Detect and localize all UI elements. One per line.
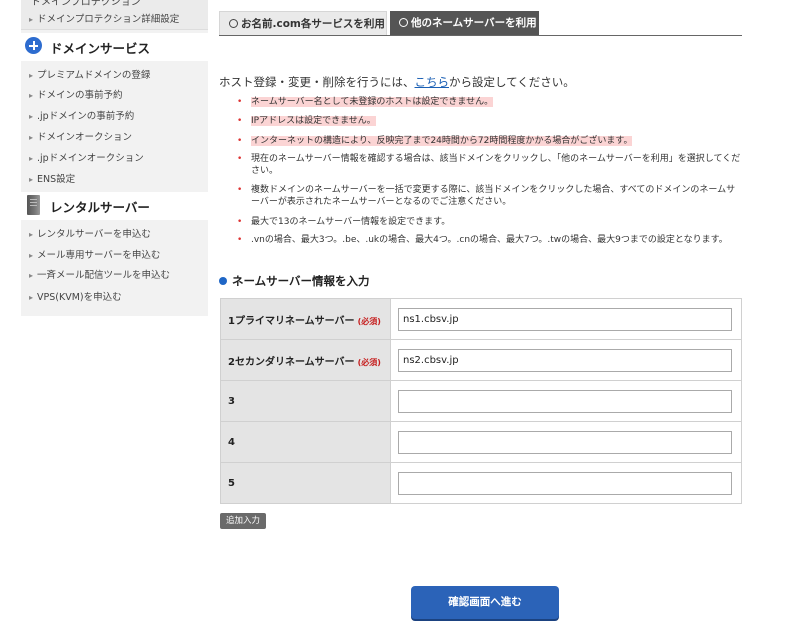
table-row: 5 <box>220 462 742 504</box>
nameserver-label: 2セカンダリネームサーバー (必須) <box>220 339 391 381</box>
radio-unselected-icon <box>229 18 238 28</box>
nameserver-4-input[interactable] <box>398 431 732 454</box>
sidebar-heading-rental-server: レンタルサーバー <box>21 192 208 220</box>
note-item: • インターネットの構造により、反映完了まで24時間から72時間程度かかる場合がご… <box>237 136 633 146</box>
bullet-icon: • <box>237 185 243 195</box>
sidebar-partial-heading: ドメインプロテクション <box>31 0 141 8</box>
radio-selected-icon <box>399 17 408 27</box>
tab-onamae-services[interactable]: お名前.com各サービスを利用 <box>219 11 387 36</box>
bullet-icon: • <box>237 97 243 107</box>
table-row: 4 <box>220 421 742 463</box>
chevron-right-icon: ▸ <box>29 230 34 239</box>
section-title: ネームサーバー情報を入力 <box>219 273 370 289</box>
chevron-right-icon: ▸ <box>29 15 34 24</box>
tab-divider <box>219 35 742 36</box>
sidebar-link-domain-protection[interactable]: ▸ ドメインプロテクション詳細設定 <box>29 11 179 25</box>
bullet-icon: • <box>237 154 243 164</box>
sidebar-item-ens[interactable]: ▸ ENS設定 <box>29 171 75 185</box>
chevron-right-icon: ▸ <box>29 251 34 260</box>
chevron-right-icon: ▸ <box>29 175 34 184</box>
sidebar-item-premium-domain[interactable]: ▸ プレミアムドメインの登録 <box>29 67 150 81</box>
sidebar-item-domain-preorder[interactable]: ▸ ドメインの事前予約 <box>29 87 123 101</box>
table-row: 3 <box>220 380 742 422</box>
bullet-icon: • <box>237 136 243 146</box>
note-item: • .vnの場合、最大3つ。.be、.ukの場合、最大4つ。.cnの場合、最大7つ… <box>237 235 728 245</box>
sidebar-item-jp-preorder[interactable]: ▸ .jpドメインの事前予約 <box>29 108 134 122</box>
note-item: • 最大で13のネームサーバー情報を設定できます。 <box>237 217 451 227</box>
intro-text: ホスト登録・変更・削除を行うには、こちらから設定してください。 <box>219 75 575 89</box>
chevron-right-icon: ▸ <box>29 91 34 100</box>
nameserver-2-input[interactable] <box>398 349 732 372</box>
sidebar-item-mail-server[interactable]: ▸ メール専用サーバーを申込む <box>29 247 160 261</box>
required-badge: (必須) <box>357 357 381 367</box>
table-row: 1プライマリネームサーバー (必須) <box>220 298 742 340</box>
plus-circle-icon <box>25 37 42 54</box>
note-item: • 複数ドメインのネームサーバーを一括で変更する際に、該当ドメインをクリックした場… <box>237 185 736 207</box>
chevron-right-icon: ▸ <box>29 271 34 280</box>
sidebar-heading-domain-service: ドメインサービス <box>21 33 208 61</box>
nameserver-label: 4 <box>220 421 391 463</box>
sidebar-item-rental-server[interactable]: ▸ レンタルサーバーを申込む <box>29 226 151 240</box>
sidebar-item-bulk-mail[interactable]: ▸ 一斉メール配信ツールを申込む <box>29 267 170 281</box>
chevron-right-icon: ▸ <box>29 133 34 142</box>
table-row: 2セカンダリネームサーバー (必須) <box>220 339 742 381</box>
note-item: • 現在のネームサーバー情報を確認する場合は、該当ドメインをクリックし、「他のネー… <box>237 154 741 176</box>
blue-dot-icon <box>219 276 227 285</box>
nameserver-5-input[interactable] <box>398 472 732 495</box>
required-badge: (必須) <box>357 316 381 326</box>
sidebar-item-domain-auction[interactable]: ▸ ドメインオークション <box>29 129 132 143</box>
sidebar-item-jp-auction[interactable]: ▸ .jpドメインオークション <box>29 150 144 164</box>
sidebar: ドメインプロテクション ▸ ドメインプロテクション詳細設定 ドメインサービス ▸ プ… <box>21 0 208 316</box>
chevron-right-icon: ▸ <box>29 293 34 302</box>
nameserver-label: 5 <box>220 462 391 504</box>
server-icon <box>27 195 40 215</box>
nameserver-3-input[interactable] <box>398 390 732 413</box>
bullet-icon: • <box>237 116 243 126</box>
nameserver-1-input[interactable] <box>398 308 732 331</box>
bullet-icon: • <box>237 217 243 227</box>
sidebar-top-block: ドメインプロテクション ▸ ドメインプロテクション詳細設定 <box>21 0 208 30</box>
note-item: • IPアドレスは設定できません。 <box>237 116 376 126</box>
host-settings-link[interactable]: こちら <box>415 75 450 89</box>
chevron-right-icon: ▸ <box>29 71 34 80</box>
nameserver-table: 1プライマリネームサーバー(必須) 2セカンダリネームサーバー(必須) 3 4 … <box>220 298 742 504</box>
chevron-right-icon: ▸ <box>29 154 34 163</box>
add-input-button[interactable]: 追加入力 <box>220 513 267 529</box>
note-item: • ネームサーバー名として未登録のホストは設定できません。 <box>237 97 494 107</box>
nameserver-label: 3 <box>220 380 391 422</box>
sidebar-item-vps[interactable]: ▸ VPS(KVM)を申込む <box>29 289 122 303</box>
chevron-right-icon: ▸ <box>29 112 34 121</box>
tab-other-nameserver[interactable]: 他のネームサーバーを利用 <box>390 11 539 35</box>
confirm-button[interactable]: 確認画面へ進む <box>411 586 559 619</box>
bullet-icon: • <box>237 235 243 245</box>
nameserver-label: 1プライマリネームサーバー (必須) <box>220 298 391 340</box>
